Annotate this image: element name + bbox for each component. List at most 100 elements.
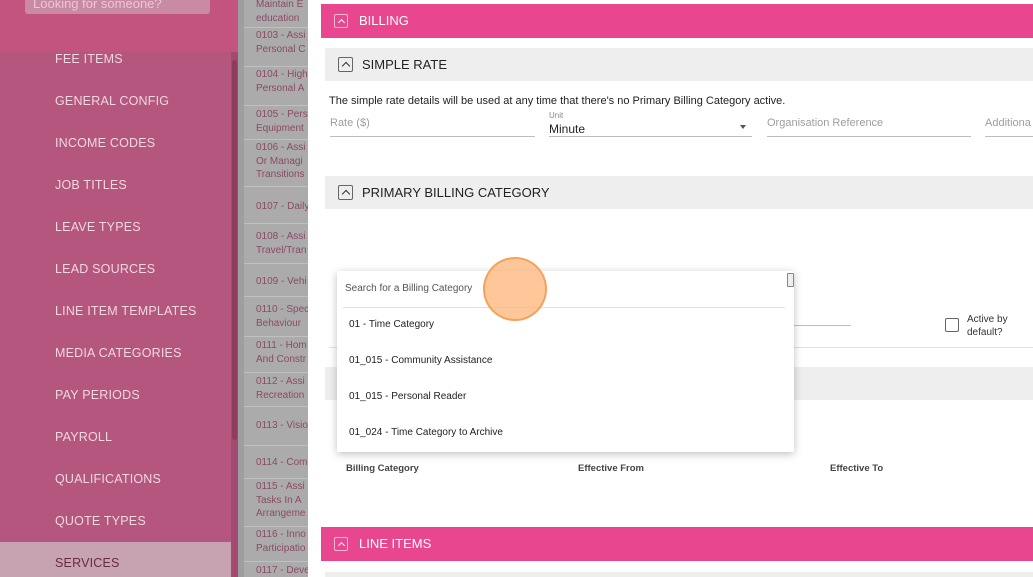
list-item-line: Transitions	[256, 169, 305, 180]
list-item[interactable]: 0103 - Assi Personal C	[238, 29, 308, 67]
list-item-line: Tasks In A	[256, 494, 302, 506]
list-item[interactable]: 0116 - Inno Participatio	[238, 528, 308, 562]
column-header-effective-from: Effective From	[578, 463, 644, 474]
sidebar-item-quote-types[interactable]: QUOTE TYPES	[0, 500, 231, 542]
list-item-line: Or Managi	[256, 155, 303, 167]
services-list: Maintain E education 0103 - Assi Personal …	[238, 0, 308, 577]
line-items-section-header[interactable]: LINE ITEMS	[321, 527, 1033, 561]
list-item[interactable]: 0104 - High Personal A	[238, 68, 308, 106]
sidebar-search-input[interactable]: Looking for someone?	[25, 0, 210, 14]
dropdown-option[interactable]: 01_024 - Time Category to Archive	[349, 427, 503, 438]
list-item-line: 0104 - High	[256, 69, 308, 80]
chevron-up-icon[interactable]	[338, 57, 353, 72]
rate-field[interactable]: Rate ($)	[330, 111, 535, 137]
list-item[interactable]: 0105 - Pers Equipment	[238, 108, 308, 140]
chevron-up-icon[interactable]	[334, 537, 348, 551]
list-item-line: 0108 - Assi	[256, 231, 306, 242]
caret-down-icon	[740, 125, 746, 129]
effective-date-field[interactable]	[791, 325, 851, 326]
additional-field[interactable]: Additiona	[985, 111, 1033, 137]
simple-rate-description: The simple rate details will be used at …	[329, 95, 786, 107]
dropdown-scrollbar[interactable]	[787, 273, 794, 287]
column-header-effective-to: Effective To	[830, 463, 884, 474]
active-by-default-label: Active by default?	[967, 314, 1008, 338]
content-gutter	[308, 0, 321, 577]
list-item-line: 0103 - Assi	[256, 30, 306, 41]
list-item-line: 0110 - Spec	[256, 304, 308, 315]
billing-category-search-input[interactable]: Search for a Billing Category	[345, 283, 472, 294]
chevron-up-icon[interactable]	[334, 14, 348, 28]
list-item-line: 0111 - Hom	[256, 340, 307, 351]
unit-label: Unit	[549, 111, 564, 120]
list-item-line: Travel/Tran	[256, 244, 307, 256]
dropdown-option[interactable]: 01_015 - Community Assistance	[349, 355, 492, 366]
list-item-line: 0115 - Assi	[256, 481, 305, 492]
list-scrollbar[interactable]	[238, 0, 244, 577]
sidebar-item-services[interactable]: SERVICES	[0, 542, 231, 577]
list-item-line: 0113 - Visio	[256, 420, 308, 431]
list-item-line: 0109 - Vehi	[256, 276, 307, 287]
list-item-line: Personal C	[256, 43, 306, 55]
list-item[interactable]: 0111 - Hom And Constr	[238, 339, 308, 373]
list-item[interactable]: 0110 - Spec Behaviour	[238, 303, 308, 337]
list-item-line: 0107 - Daily	[256, 201, 308, 212]
unit-value: Minute	[549, 122, 586, 136]
sidebar-item-general-config[interactable]: GENERAL CONFIG	[0, 80, 231, 122]
list-item-line: 0117 - Deve	[256, 565, 308, 576]
list-item-line: Personal A	[256, 82, 305, 94]
sidebar-item-job-titles[interactable]: JOB TITLES	[0, 164, 231, 206]
list-item-line: Maintain E	[256, 0, 304, 10]
list-item-line: Recreation	[256, 389, 305, 401]
sidebar-item-pay-periods[interactable]: PAY PERIODS	[0, 374, 231, 416]
dropdown-option[interactable]: 01_015 - Personal Reader	[349, 391, 466, 402]
dropdown-option[interactable]: 01 - Time Category	[349, 319, 434, 330]
list-item-line: And Constr	[256, 353, 307, 365]
list-item[interactable]: Maintain E education	[238, 0, 308, 28]
list-item[interactable]: 0117 - Deve	[238, 564, 308, 577]
billing-section-header[interactable]: BILLING	[321, 4, 1033, 38]
primary-billing-category-header[interactable]: PRIMARY BILLING CATEGORY	[325, 176, 1033, 209]
list-item-line: 0116 - Inno	[256, 529, 306, 540]
list-item[interactable]: 0107 - Daily	[238, 188, 308, 224]
list-item[interactable]: 0109 - Vehi	[238, 265, 308, 297]
unit-select[interactable]: Unit Minute	[549, 111, 752, 137]
line-items-section-title: LINE ITEMS	[359, 536, 432, 551]
sidebar-item-line-item-templates[interactable]: LINE ITEM TEMPLATES	[0, 290, 231, 332]
list-item[interactable]: 0108 - Assi Travel/Tran	[238, 230, 308, 264]
active-by-default-checkbox[interactable]	[945, 318, 959, 332]
sidebar-item-payroll[interactable]: PAYROLL	[0, 416, 231, 458]
sidebar-item-income-codes[interactable]: INCOME CODES	[0, 122, 231, 164]
list-item-line: Behaviour	[256, 317, 302, 329]
sidebar-item-lead-sources[interactable]: LEAD SOURCES	[0, 248, 231, 290]
list-item-line: Participatio	[256, 542, 306, 554]
list-item[interactable]: 0114 - Com	[238, 447, 308, 479]
simple-rate-section-header[interactable]: SIMPLE RATE	[325, 48, 1033, 81]
list-item-line: 0112 - Assi	[256, 376, 305, 387]
list-item-line: 0106 - Assi	[256, 142, 306, 153]
billing-category-dropdown[interactable]: Search for a Billing Category 01 - Time …	[337, 271, 794, 452]
organisation-reference-field[interactable]: Organisation Reference	[767, 111, 971, 137]
sidebar-item-media-categories[interactable]: MEDIA CATEGORIES	[0, 332, 231, 374]
column-header-billing-category: Billing Category	[346, 463, 419, 474]
list-item-line: Equipment	[256, 122, 304, 134]
click-indicator	[483, 257, 547, 321]
next-section-header	[325, 572, 1033, 577]
sidebar-item-leave-types[interactable]: LEAVE TYPES	[0, 206, 231, 248]
billing-section-title: BILLING	[359, 13, 409, 28]
simple-rate-title: SIMPLE RATE	[362, 57, 448, 72]
primary-billing-category-title: PRIMARY BILLING CATEGORY	[362, 185, 550, 200]
sidebar-scrollbar-thumb[interactable]	[232, 60, 237, 440]
list-item[interactable]: 0106 - Assi Or Managi Transitions	[238, 141, 308, 187]
sidebar-item-fee-items[interactable]: FEE ITEMS	[0, 38, 231, 80]
sidebar-item-qualifications[interactable]: QUALIFICATIONS	[0, 458, 231, 500]
list-item-line: education	[256, 12, 300, 24]
list-item-line: 0105 - Pers	[256, 109, 308, 120]
divider	[343, 307, 785, 308]
sidebar: Looking for someone? FEE ITEMS GENERAL C…	[0, 0, 238, 577]
list-item[interactable]: 0115 - Assi Tasks In A Arrangeme	[238, 480, 308, 527]
list-item[interactable]: 0113 - Visio	[238, 408, 308, 446]
list-item[interactable]: 0112 - Assi Recreation	[238, 375, 308, 407]
list-item-line: 0114 - Com	[256, 457, 308, 468]
list-item-line: Arrangeme	[256, 508, 306, 519]
chevron-up-icon[interactable]	[338, 185, 353, 200]
